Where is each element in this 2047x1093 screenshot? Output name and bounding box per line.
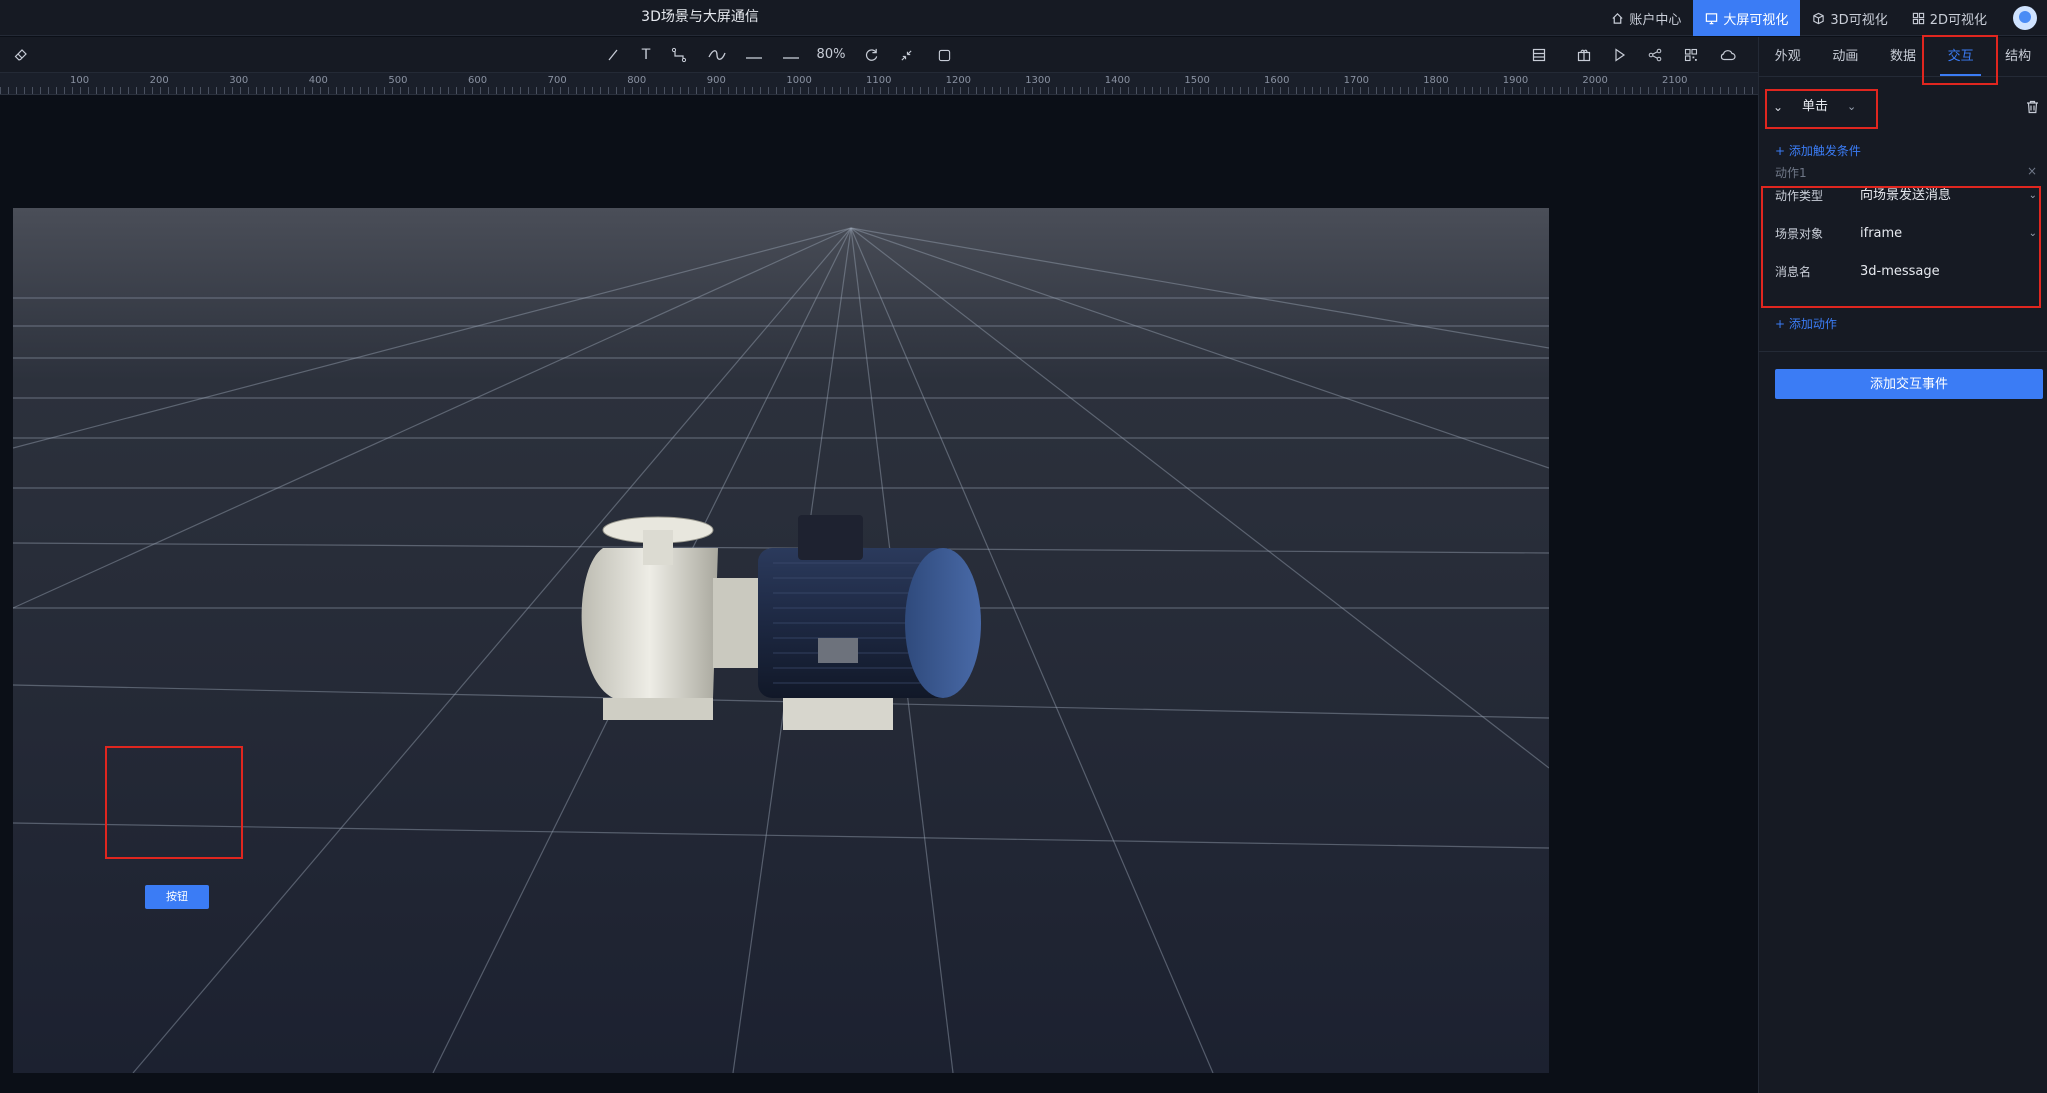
top-nav: 账户中心 大屏可视化 3D可视化 2D可视化 [1599, 0, 2047, 36]
action-title: 动作1 [1775, 166, 1807, 180]
qrcode-icon[interactable] [1682, 37, 1700, 73]
ruler-label: 1600 [1264, 75, 1290, 86]
grid-icon [1912, 12, 1924, 24]
scene-graphics [13, 208, 1549, 1073]
nav-2d-visualization[interactable]: 2D可视化 [1900, 0, 1999, 36]
ruler-label: 800 [627, 75, 647, 86]
editor-toolbar: T 80% [0, 37, 1758, 73]
nav-label: 账户中心 [1629, 12, 1682, 28]
properties-panel: 外观 动画 数据 交互 结构 ⌄ 单击 ⌄ + 添加触发条件 动作1 × 动作类… [1758, 37, 2047, 1093]
ruler-label: 1800 [1423, 75, 1449, 86]
cube-icon [1813, 12, 1825, 24]
ruler-ticks [0, 87, 1758, 94]
nav-3d-visualization[interactable]: 3D可视化 [1800, 0, 1899, 36]
nav-label: 大屏可视化 [1723, 12, 1789, 28]
ruler-label: 700 [547, 75, 567, 86]
layout-icon[interactable] [1530, 37, 1548, 73]
dash-icon[interactable] [780, 37, 802, 73]
highlight-box-action-form [1761, 186, 2041, 308]
zoom-level[interactable]: 80% [812, 37, 850, 73]
ruler-label: 1900 [1502, 75, 1529, 86]
add-interaction-event-button[interactable]: 添加交互事件 [1775, 369, 2043, 399]
ruler-label: 300 [229, 75, 249, 86]
collapse-icon[interactable] [897, 37, 915, 73]
ruler-label: 1000 [786, 75, 812, 86]
square-icon[interactable] [935, 37, 953, 73]
tab-appearance[interactable]: 外观 [1759, 37, 1817, 76]
scene-button[interactable]: 按钮 [145, 885, 209, 909]
nav-label: 2D可视化 [1929, 12, 1987, 28]
home-icon [1612, 12, 1623, 24]
hline-icon[interactable] [743, 37, 765, 73]
highlight-box-trigger [1765, 89, 1878, 129]
ruler-label: 1400 [1104, 75, 1131, 86]
eraser-icon[interactable] [12, 37, 30, 73]
ruler-label: 1200 [945, 75, 972, 86]
nav-screen-visualization[interactable]: 大屏可视化 [1693, 0, 1801, 36]
add-trigger-condition-link[interactable]: + 添加触发条件 [1775, 142, 1861, 159]
page-title: 3D场景与大屏通信 [641, 9, 759, 25]
ruler-label: 1300 [1025, 75, 1051, 86]
panel-tabs: 外观 动画 数据 交互 结构 [1759, 37, 2047, 77]
ruler-label: 500 [388, 75, 408, 86]
ruler-label: 1500 [1184, 75, 1210, 86]
panel-divider [1759, 351, 2047, 352]
ruler-label: 900 [706, 75, 726, 86]
ruler-label: 2000 [1582, 75, 1608, 86]
play-icon[interactable] [1611, 37, 1629, 73]
top-bar: 3D场景与大屏通信 账户中心 大屏可视化 3D可视化 2D可视化 [0, 0, 2047, 36]
ruler-label: 400 [308, 75, 328, 86]
text-icon[interactable]: T [637, 37, 655, 73]
3d-scene-viewport[interactable] [13, 208, 1549, 1073]
line-icon[interactable] [604, 37, 622, 73]
gift-icon[interactable] [1575, 37, 1593, 73]
close-icon[interactable]: × [2027, 164, 2037, 178]
tab-structure[interactable]: 结构 [1989, 37, 2047, 76]
nav-account-center[interactable]: 账户中心 [1599, 0, 1693, 36]
nav-label: 3D可视化 [1830, 12, 1888, 28]
canvas-area[interactable]: 按钮 [0, 95, 1758, 1093]
ruler-label: 100 [70, 75, 90, 86]
share-icon[interactable] [1646, 37, 1664, 73]
highlight-box-tab [1922, 35, 1998, 85]
add-action-link[interactable]: + 添加动作 [1775, 315, 1837, 332]
horizontal-ruler: 100 200 300 400 500 600 700 800 900 1000 1100 1200 1… [0, 73, 1758, 95]
ruler-label: 1700 [1343, 75, 1370, 86]
curve-icon[interactable] [705, 37, 729, 73]
highlight-box-button [105, 746, 243, 859]
refresh-icon[interactable] [861, 37, 881, 73]
avatar[interactable] [2013, 6, 2037, 30]
ruler-label: 200 [149, 75, 169, 86]
ruler-label: 2100 [1662, 75, 1688, 86]
ruler-label: 600 [468, 75, 488, 86]
connector-icon[interactable] [669, 37, 689, 73]
tab-animation[interactable]: 动画 [1817, 37, 1875, 76]
monitor-icon [1706, 12, 1718, 24]
cloud-icon[interactable] [1718, 37, 1738, 73]
ruler-label: 1100 [866, 75, 892, 86]
delete-icon[interactable] [2026, 93, 2039, 124]
